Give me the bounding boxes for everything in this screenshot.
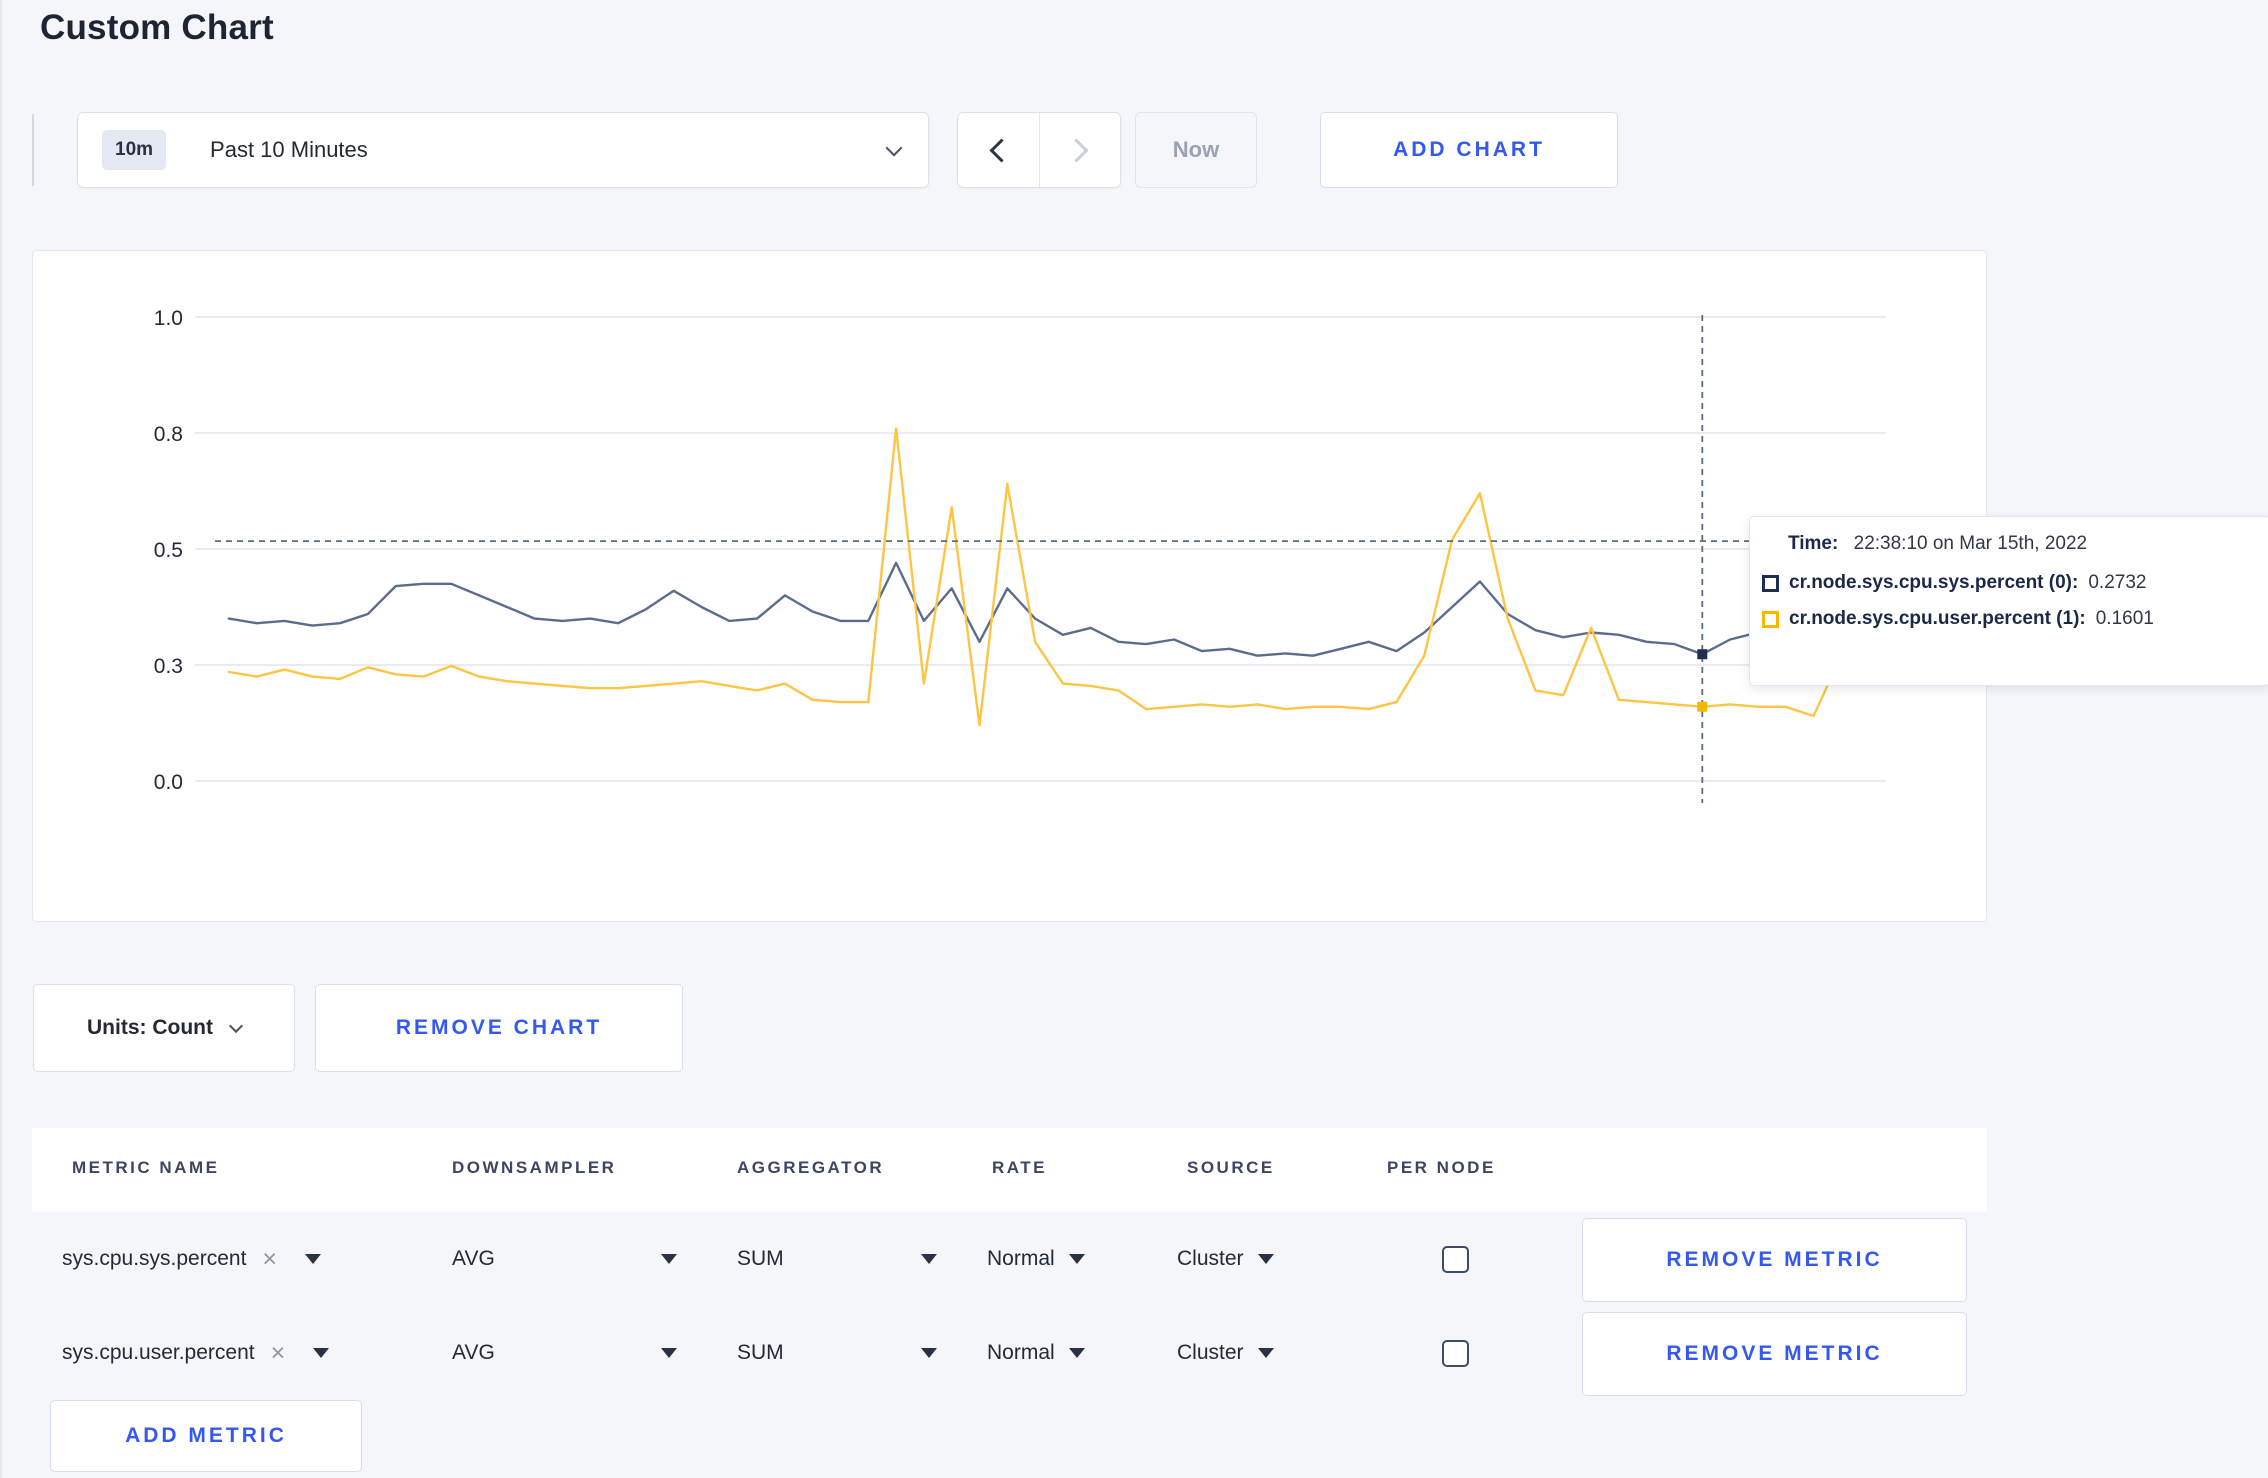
remove-metric-button[interactable]: REMOVE METRIC (1582, 1218, 1967, 1302)
aggregator-select[interactable]: SUM (737, 1306, 937, 1400)
tooltip-time-label: Time: (1788, 533, 1839, 554)
col-header-source: SOURCE (1187, 1158, 1275, 1177)
aggregator-value: SUM (737, 1247, 784, 1270)
col-header-rate: RATE (992, 1158, 1048, 1177)
aggregator-select[interactable]: SUM (737, 1212, 937, 1306)
per-node-cell (1442, 1306, 1469, 1400)
col-header-metric-name: METRIC NAME (72, 1158, 220, 1177)
units-dropdown[interactable]: Units: Count (33, 984, 295, 1072)
metric-name-select[interactable]: sys.cpu.sys.percent × (62, 1212, 322, 1306)
per-node-cell (1442, 1212, 1469, 1306)
metric-name-select[interactable]: sys.cpu.user.percent × (62, 1306, 330, 1400)
cpu-percent-chart[interactable]: 0.00.30.50.81.022:3022:3122:3222:3322:34… (33, 251, 1986, 921)
tooltip-time-row: Time: 22:38:10 on Mar 15th, 2022 (1762, 533, 2255, 555)
rate-value: Normal (987, 1341, 1055, 1364)
chevron-left-icon (989, 137, 1014, 163)
remove-metric-button[interactable]: REMOVE METRIC (1582, 1312, 1967, 1396)
remove-chart-button[interactable]: REMOVE CHART (315, 984, 683, 1072)
page-title: Custom Chart (40, 8, 274, 47)
clear-metric-icon[interactable]: × (262, 1245, 277, 1274)
tooltip-series-label: cr.node.sys.cpu.sys.percent (0): (1789, 572, 2079, 593)
dropdown-caret-icon (313, 1348, 330, 1358)
tooltip-time-value: 22:38:10 on Mar 15th, 2022 (1853, 533, 2088, 554)
toolbar-divider (32, 114, 34, 186)
svg-text:0.0: 0.0 (154, 771, 183, 794)
chevron-right-icon (1064, 137, 1089, 163)
dropdown-caret-icon (921, 1348, 937, 1358)
chevron-down-icon (228, 1018, 244, 1034)
chevron-down-icon (885, 139, 903, 157)
rate-value: Normal (987, 1247, 1055, 1270)
dropdown-caret-icon (921, 1254, 937, 1264)
chart-tooltip: Time: 22:38:10 on Mar 15th, 2022 cr.node… (1749, 516, 2268, 686)
time-step-buttons (957, 112, 1121, 188)
time-range-picker[interactable]: 10m Past 10 Minutes (77, 112, 929, 188)
custom-chart-page: Custom Chart 10m Past 10 Minutes Now ADD… (0, 0, 2268, 1478)
downsampler-value: AVG (452, 1341, 495, 1364)
rate-select[interactable]: Normal (987, 1306, 1085, 1400)
dropdown-caret-icon (1257, 1254, 1274, 1264)
chart-panel: 0.00.30.50.81.022:3022:3122:3222:3322:34… (32, 250, 1987, 922)
source-value: Cluster (1177, 1247, 1244, 1270)
tooltip-series-row: cr.node.sys.cpu.sys.percent (0): 0.2732 (1762, 572, 2255, 594)
clear-metric-icon[interactable]: × (271, 1339, 286, 1368)
dropdown-caret-icon (1257, 1348, 1274, 1358)
prev-time-button[interactable] (958, 113, 1039, 187)
metrics-table-header: METRIC NAME DOWNSAMPLER AGGREGATOR RATE … (32, 1128, 1987, 1212)
add-chart-button[interactable]: ADD CHART (1320, 112, 1618, 188)
col-header-downsampler: DOWNSAMPLER (452, 1158, 617, 1177)
metric-name-value: sys.cpu.user.percent (62, 1341, 255, 1364)
metric-row: sys.cpu.user.percent × AVG SUM Normal Cl… (32, 1306, 1987, 1400)
tooltip-series-row: cr.node.sys.cpu.user.percent (1): 0.1601 (1762, 608, 2255, 630)
metric-name-value: sys.cpu.sys.percent (62, 1247, 247, 1270)
tooltip-series-value: 0.2732 (2088, 572, 2147, 593)
time-range-badge: 10m (102, 130, 167, 170)
next-time-button[interactable] (1038, 113, 1121, 187)
now-button[interactable]: Now (1135, 112, 1257, 188)
tooltip-series-value: 0.1601 (2095, 608, 2154, 629)
downsampler-select[interactable]: AVG (452, 1306, 677, 1400)
series-swatch-sys-icon (1762, 574, 1779, 592)
series-swatch-user-icon (1762, 610, 1779, 628)
units-label: Units: Count (87, 1016, 213, 1039)
source-select[interactable]: Cluster (1177, 1212, 1274, 1306)
dropdown-caret-icon (661, 1254, 677, 1264)
source-select[interactable]: Cluster (1177, 1306, 1274, 1400)
tooltip-series-label: cr.node.sys.cpu.user.percent (1): (1789, 608, 2086, 629)
dropdown-caret-icon (305, 1254, 322, 1264)
time-range-label: Past 10 Minutes (210, 137, 368, 162)
svg-text:0.8: 0.8 (154, 423, 183, 446)
metric-row: sys.cpu.sys.percent × AVG SUM Normal Clu… (32, 1212, 1987, 1306)
dropdown-caret-icon (1068, 1254, 1085, 1264)
per-node-checkbox[interactable] (1442, 1245, 1469, 1273)
source-value: Cluster (1177, 1341, 1244, 1364)
aggregator-value: SUM (737, 1341, 784, 1364)
col-header-aggregator: AGGREGATOR (737, 1158, 885, 1177)
downsampler-value: AVG (452, 1247, 495, 1270)
svg-text:0.5: 0.5 (154, 539, 183, 562)
dropdown-caret-icon (1068, 1348, 1085, 1358)
rate-select[interactable]: Normal (987, 1212, 1085, 1306)
svg-text:1.0: 1.0 (154, 307, 183, 330)
add-metric-button[interactable]: ADD METRIC (50, 1400, 362, 1472)
svg-text:0.3: 0.3 (154, 655, 183, 678)
dropdown-caret-icon (661, 1348, 677, 1358)
per-node-checkbox[interactable] (1442, 1339, 1469, 1367)
downsampler-select[interactable]: AVG (452, 1212, 677, 1306)
col-header-per-node: PER NODE (1387, 1158, 1496, 1177)
